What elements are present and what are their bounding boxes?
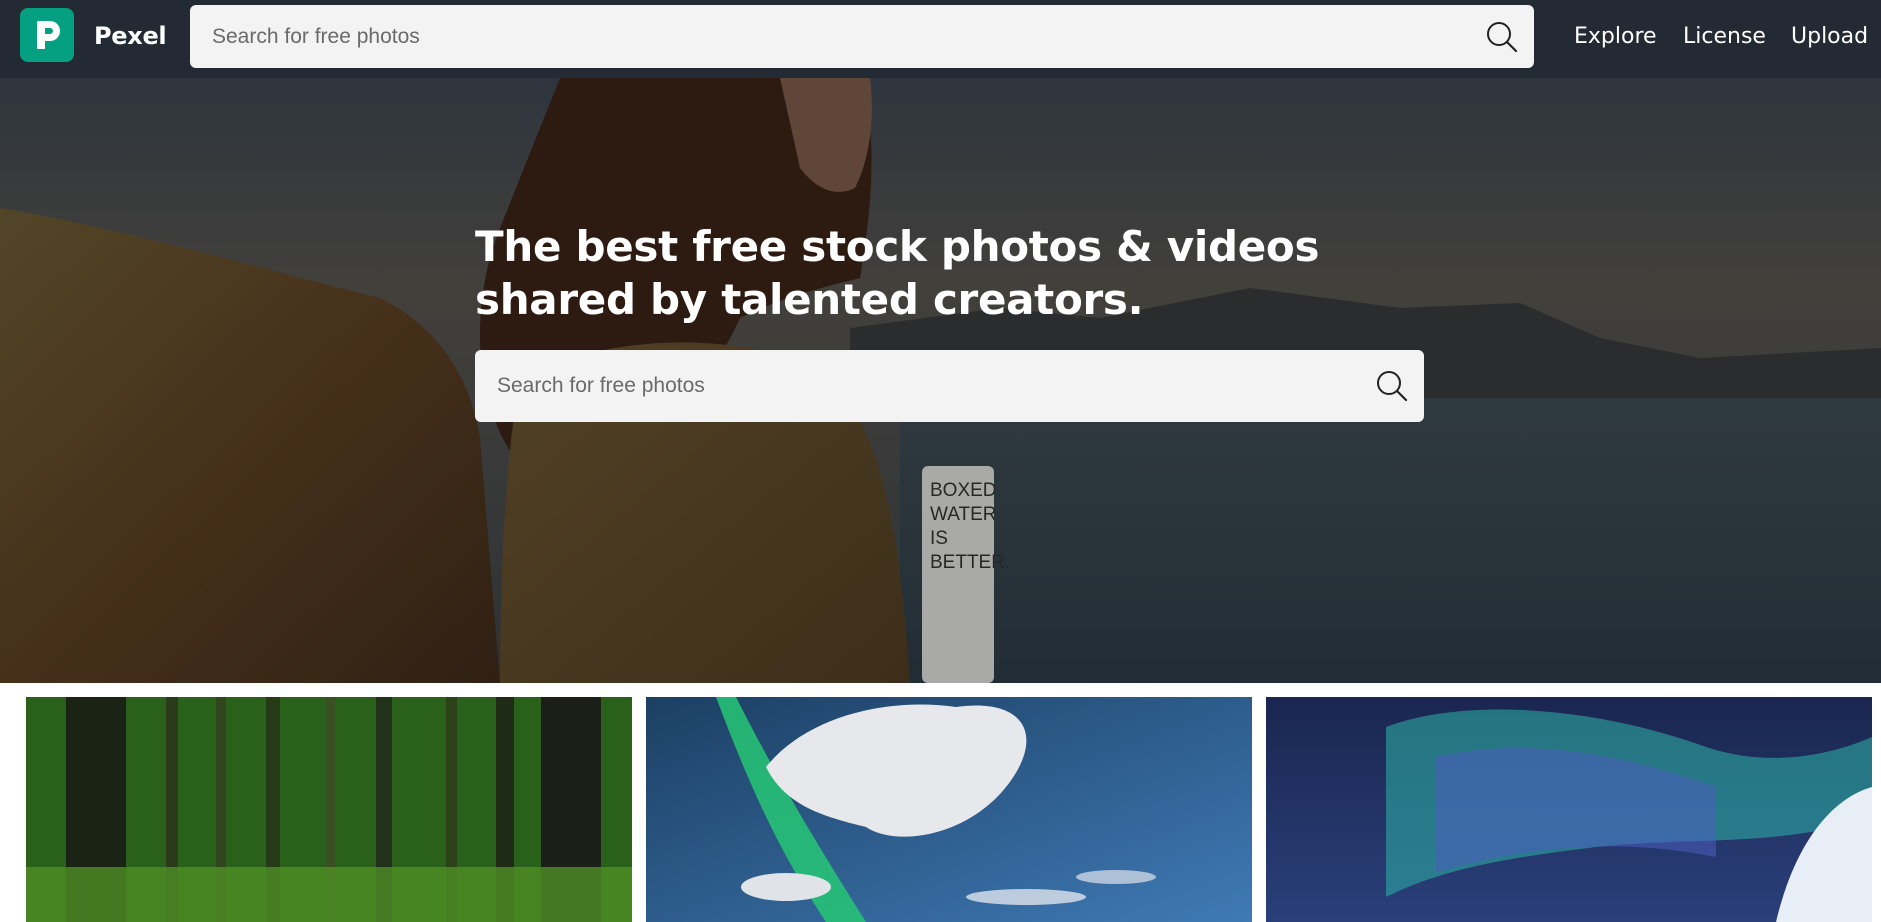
- hero-search-input[interactable]: [497, 350, 1357, 422]
- aurora-snow-photo: [1266, 697, 1872, 922]
- brand-name[interactable]: Pexel: [94, 22, 167, 50]
- photo-card-green-aurora[interactable]: [646, 697, 1252, 922]
- forest-photo: [26, 697, 632, 922]
- pexel-logo-icon[interactable]: [20, 8, 74, 62]
- hero-section: BOXED WATER IS BETTER. The best free stock …: [0, 78, 1881, 683]
- photo-card-blue-aurora[interactable]: [1266, 697, 1872, 922]
- nav-upload-link[interactable]: Upload: [1791, 24, 1868, 49]
- top-navigation-bar: Pexel Explore License Upload: [0, 0, 1881, 78]
- search-icon[interactable]: [1376, 370, 1408, 402]
- hero-search-bar[interactable]: [475, 350, 1424, 422]
- aurora-cloud-photo: [646, 697, 1252, 922]
- header-search-input[interactable]: [212, 5, 1462, 68]
- hero-title: The best free stock photos & videos shar…: [475, 222, 1320, 324]
- header-search-bar[interactable]: [190, 5, 1534, 68]
- nav-license-link[interactable]: License: [1683, 24, 1766, 49]
- photo-card-forest[interactable]: [26, 697, 632, 922]
- search-icon[interactable]: [1486, 21, 1518, 53]
- nav-explore-link[interactable]: Explore: [1574, 24, 1657, 49]
